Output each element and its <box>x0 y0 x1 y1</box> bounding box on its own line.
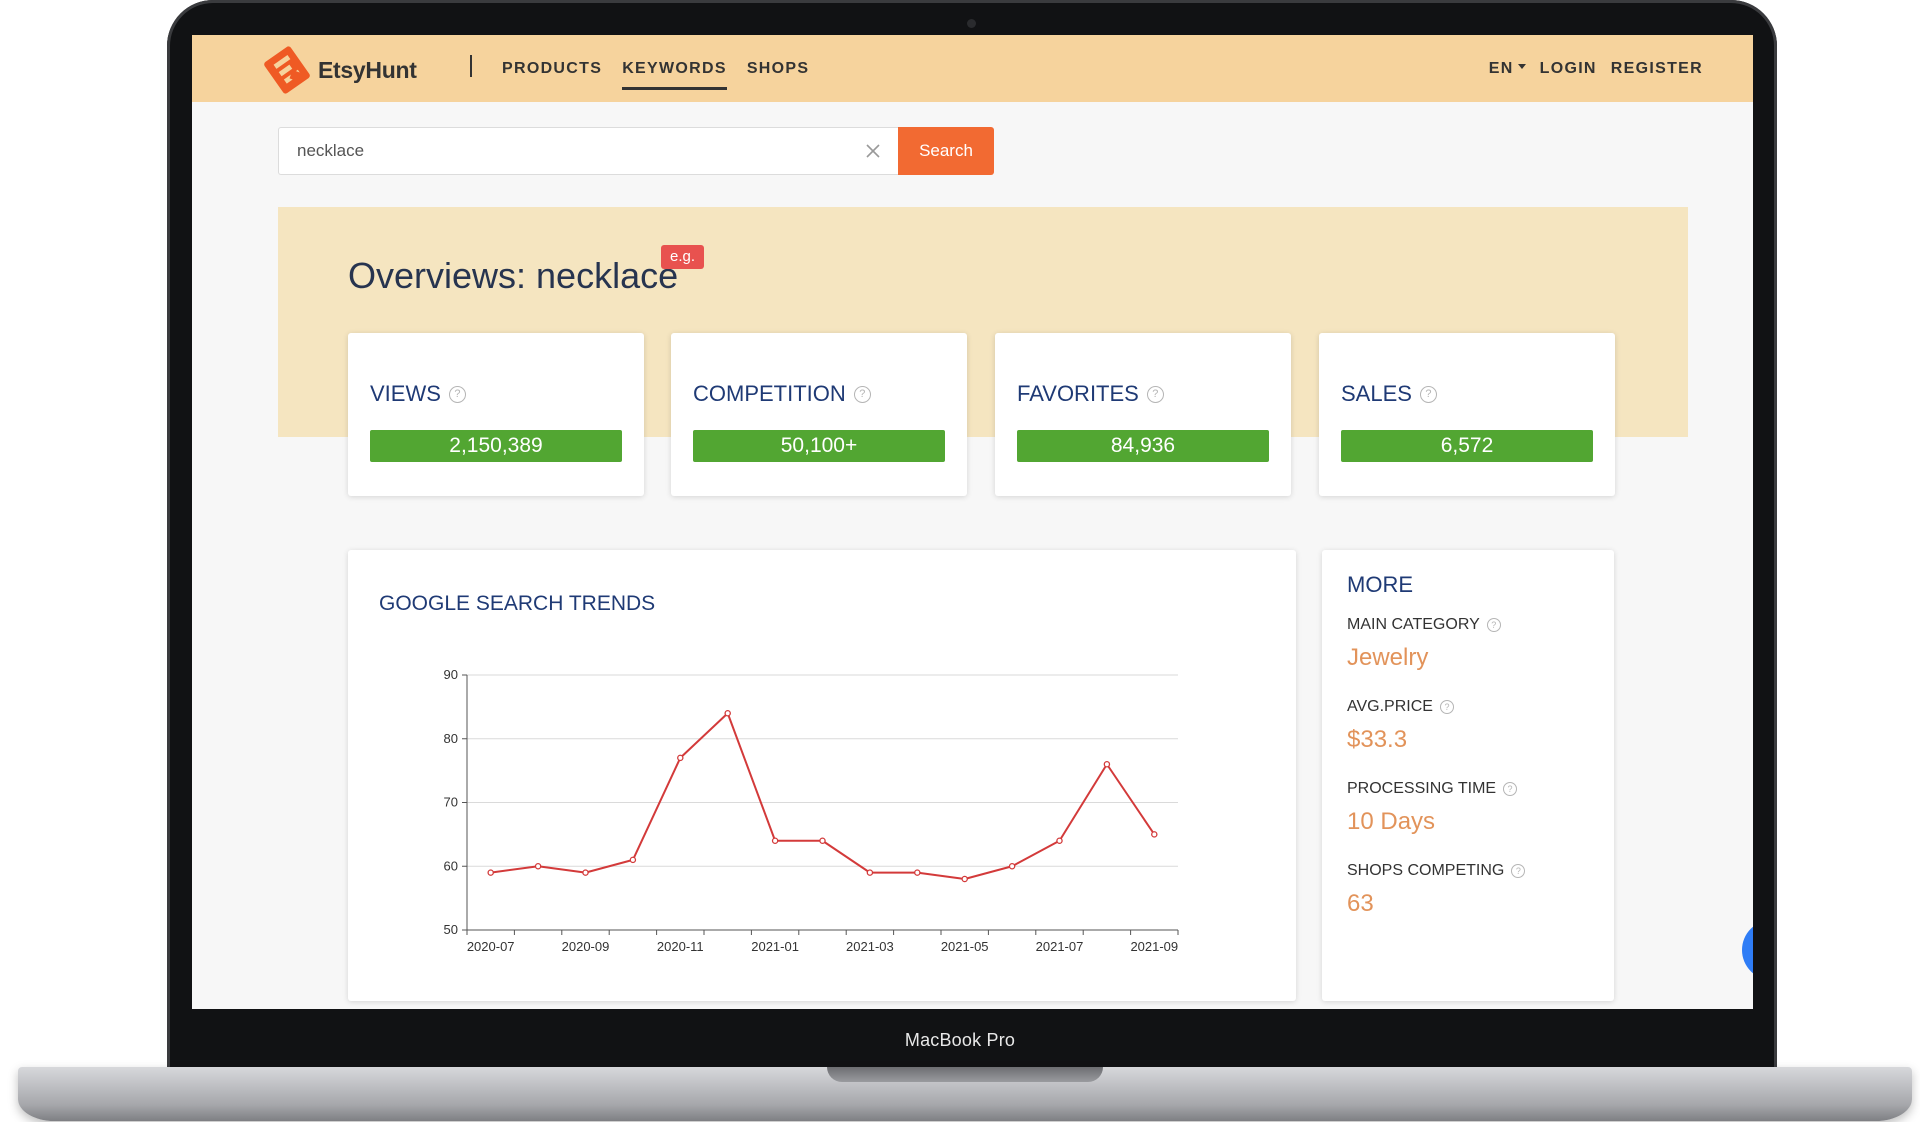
series-line <box>490 712 1156 880</box>
screen: EtsyHunt PRODUCTS KEYWORDS SHOPS EN LOGI… <box>192 35 1753 1009</box>
stat-label: FAVORITES? <box>1017 381 1164 407</box>
more-item-label: AVG.PRICE? <box>1347 698 1454 716</box>
etsyhunt-logo-icon <box>264 46 310 94</box>
more-item-shops-competing: SHOPS COMPETING? 63 <box>1347 862 1526 918</box>
stat-card-sales: SALES? 6,572 <box>1319 333 1615 496</box>
chat-widget-button[interactable] <box>1742 920 1753 980</box>
more-item-main-category: MAIN CATEGORY? Jewelry <box>1347 616 1501 672</box>
help-icon[interactable]: ? <box>1146 385 1164 403</box>
stat-value: 2,150,389 <box>370 430 622 462</box>
stat-card-views: VIEWS? 2,150,389 <box>348 333 644 496</box>
stat-value: 6,572 <box>1341 430 1593 462</box>
nav-item-keywords[interactable]: KEYWORDS <box>622 35 727 102</box>
help-icon[interactable]: ? <box>1503 782 1518 796</box>
search-button[interactable]: Search <box>898 127 994 175</box>
brand-logo[interactable]: EtsyHunt <box>260 43 417 97</box>
help-icon[interactable]: ? <box>853 385 871 403</box>
stat-label: VIEWS? <box>370 381 466 407</box>
stat-value: 50,100+ <box>693 430 945 462</box>
data-point <box>724 709 731 717</box>
y-tick-label: 60 <box>444 858 458 873</box>
main-menu: PRODUCTS KEYWORDS SHOPS <box>502 35 809 102</box>
x-tick-label: 2021-03 <box>846 939 894 954</box>
x-tick-label: 2020-11 <box>657 939 704 954</box>
data-point <box>487 869 494 876</box>
x-tick-label: 2021-07 <box>1036 939 1084 954</box>
y-tick-label: 90 <box>444 667 458 682</box>
more-label-text: PROCESSING TIME <box>1347 780 1497 797</box>
more-item-label: SHOPS COMPETING? <box>1347 862 1526 880</box>
more-label-text: SHOPS COMPETING <box>1347 862 1505 879</box>
caret-down-icon <box>1517 63 1526 69</box>
more-item-label: PROCESSING TIME? <box>1347 780 1518 798</box>
y-tick-label: 80 <box>444 731 458 746</box>
stat-label-text: FAVORITES <box>1017 381 1139 406</box>
data-point <box>1151 831 1158 838</box>
more-title: MORE <box>1347 572 1413 597</box>
x-tick-label: 2021-05 <box>941 939 989 954</box>
data-point <box>1056 837 1063 844</box>
search-trends-card: GOOGLE SEARCH TRENDS 50 60 70 80 90 2020-07 20… <box>348 550 1296 1001</box>
stat-label-text: VIEWS <box>370 381 441 406</box>
example-badge: e.g. <box>661 245 705 269</box>
data-point <box>582 869 589 876</box>
more-item-value: 63 <box>1347 890 1374 917</box>
more-item-value: 10 Days <box>1347 808 1436 835</box>
more-item-avg-price: AVG.PRICE? $33.3 <box>1347 698 1454 754</box>
overview-title: Overviews: necklace <box>348 255 679 296</box>
help-icon[interactable]: ? <box>1439 700 1454 714</box>
data-point <box>677 754 684 762</box>
x-tick-label: 2021-01 <box>751 939 799 954</box>
login-link[interactable]: LOGIN <box>1540 60 1597 78</box>
help-icon[interactable]: ? <box>1486 618 1501 632</box>
top-navbar: EtsyHunt PRODUCTS KEYWORDS SHOPS EN LOGI… <box>192 35 1753 102</box>
nav-divider <box>470 55 472 77</box>
stat-label-text: COMPETITION <box>693 381 846 406</box>
more-item-value: Jewelry <box>1347 644 1429 671</box>
nav-item-products[interactable]: PRODUCTS <box>502 35 602 102</box>
trends-line-chart: 50 60 70 80 90 2020-07 2020-09 2020-11 2021-01 20… <box>444 667 1179 954</box>
stat-label: COMPETITION? <box>693 381 871 407</box>
more-label-text: AVG.PRICE <box>1347 698 1433 715</box>
more-item-value: $33.3 <box>1347 726 1408 753</box>
help-icon[interactable]: ? <box>1419 385 1437 403</box>
data-point <box>771 837 779 844</box>
stat-label: SALES? <box>1341 381 1437 407</box>
y-tick-label: 70 <box>444 795 458 810</box>
help-icon[interactable]: ? <box>1511 864 1526 878</box>
stat-label-text: SALES <box>1341 381 1412 406</box>
more-label-text: MAIN CATEGORY <box>1347 616 1480 633</box>
y-tick-label: 50 <box>444 922 458 937</box>
more-info-card: MORE MAIN CATEGORY? Jewelry AVG.PRICE? $… <box>1322 550 1614 1001</box>
stat-card-favorites: FAVORITES? 84,936 <box>995 333 1291 496</box>
data-point <box>534 862 542 870</box>
data-point <box>866 869 874 876</box>
more-item-processing-time: PROCESSING TIME? 10 Days <box>1347 780 1518 836</box>
x-tick-label: 2021-09 <box>1130 939 1178 954</box>
language-label: EN <box>1488 59 1514 77</box>
nav-right: EN LOGIN REGISTER <box>1489 35 1703 102</box>
clear-icon[interactable] <box>864 142 882 160</box>
brand-name: EtsyHunt <box>318 56 417 83</box>
laptop-notch <box>827 1067 1103 1082</box>
language-selector[interactable]: EN <box>1489 60 1526 78</box>
laptop-model-label: MacBook Pro <box>904 1030 1016 1050</box>
stat-card-competition: COMPETITION? 50,100+ <box>671 333 967 496</box>
webcam-icon <box>967 19 976 28</box>
nav-item-shops[interactable]: SHOPS <box>747 35 810 102</box>
help-icon[interactable]: ? <box>448 385 466 403</box>
x-tick-label: 2020-07 <box>467 939 515 954</box>
data-point <box>1103 760 1111 768</box>
data-point <box>1008 862 1016 870</box>
stat-value: 84,936 <box>1017 430 1269 462</box>
search-input[interactable] <box>278 127 898 175</box>
more-item-label: MAIN CATEGORY? <box>1347 616 1501 634</box>
register-link[interactable]: REGISTER <box>1611 60 1703 78</box>
data-point <box>914 869 921 876</box>
data-point <box>819 837 826 844</box>
x-tick-label: 2020-09 <box>562 939 610 954</box>
data-point <box>961 875 968 883</box>
data-point <box>629 856 637 864</box>
